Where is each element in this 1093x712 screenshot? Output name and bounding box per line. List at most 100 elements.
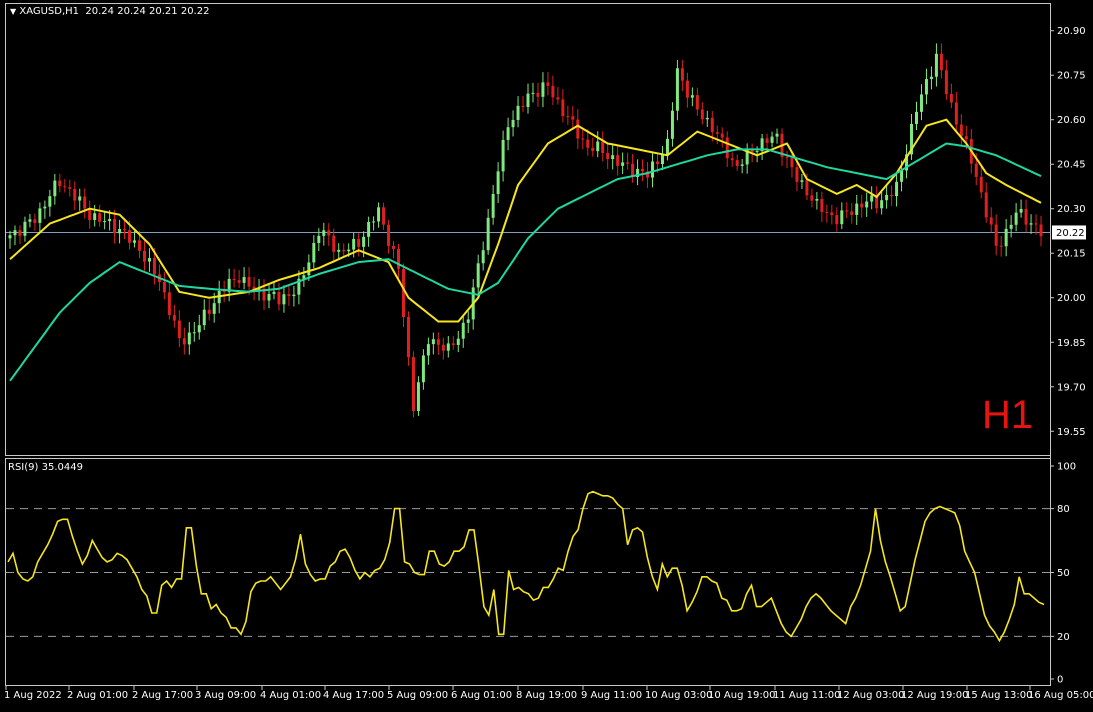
time-axis-label: 10 Aug 19:00 xyxy=(708,690,775,701)
time-axis-label: 10 Aug 03:00 xyxy=(645,690,712,701)
candle-body xyxy=(98,213,102,222)
candle-body xyxy=(123,229,127,231)
candle-body xyxy=(377,207,381,222)
candle-body xyxy=(342,249,346,252)
rsi-axis-label: 20 xyxy=(1057,632,1070,643)
candle-body xyxy=(626,162,630,164)
candle-body xyxy=(870,195,874,202)
time-axis-label: 5 Aug 09:00 xyxy=(387,690,448,701)
candle-body xyxy=(885,194,889,201)
candle-body xyxy=(431,339,435,345)
candle-body xyxy=(860,203,864,208)
candle-body xyxy=(212,303,216,314)
candle-body xyxy=(561,99,565,117)
menu-dropdown-icon[interactable]: ▼ xyxy=(10,7,16,16)
candle-body xyxy=(327,230,331,236)
candle-body xyxy=(446,343,450,351)
candle-body xyxy=(307,262,311,276)
price-axis-label: 20.60 xyxy=(1057,115,1086,126)
candle-body xyxy=(880,200,884,209)
candle-body xyxy=(516,105,520,120)
candle-body xyxy=(795,167,799,182)
candle-body xyxy=(556,97,560,100)
candle-body xyxy=(840,210,844,225)
time-axis-label: 12 Aug 03:00 xyxy=(837,690,904,701)
candle-body xyxy=(929,76,933,80)
candle-body xyxy=(651,161,655,178)
candle-body xyxy=(312,242,316,263)
candle-body xyxy=(934,53,938,77)
candle-body xyxy=(730,158,734,161)
candle-body xyxy=(566,116,570,118)
candle-body xyxy=(441,344,445,351)
candle-body xyxy=(382,207,386,225)
candle-body xyxy=(680,68,684,81)
candle-body xyxy=(685,80,689,98)
candle-body xyxy=(73,188,77,201)
candle-body xyxy=(845,210,849,212)
candle-body xyxy=(924,79,928,95)
candle-body xyxy=(397,248,400,269)
candle-body xyxy=(989,217,993,225)
candle-body xyxy=(850,211,854,215)
candle-body xyxy=(865,201,869,208)
candle-body xyxy=(162,281,166,293)
candle-body xyxy=(282,294,286,305)
candle-body xyxy=(974,163,978,177)
candle-body xyxy=(705,117,709,120)
candle-body xyxy=(1019,208,1023,213)
candle-body xyxy=(815,199,819,201)
candle-body xyxy=(337,249,341,252)
candle-body xyxy=(392,245,396,249)
candle-body xyxy=(322,230,326,236)
candle-body xyxy=(138,240,141,251)
time-axis-label: 4 Aug 17:00 xyxy=(323,690,384,701)
candle-body xyxy=(521,105,525,108)
candle-body xyxy=(401,268,405,318)
time-axis-label: 8 Aug 19:00 xyxy=(516,690,577,701)
candle-body xyxy=(949,93,953,103)
candle-body xyxy=(13,230,17,236)
candle-body xyxy=(581,138,585,140)
price-axis-label: 19.55 xyxy=(1057,427,1086,438)
candle-body xyxy=(362,236,366,247)
candle-body xyxy=(367,221,371,237)
candle-body xyxy=(108,218,112,222)
candle-body xyxy=(695,95,699,110)
candle-body xyxy=(387,224,391,246)
candle-body xyxy=(88,208,92,221)
candle-body xyxy=(919,94,923,112)
candle-body xyxy=(247,277,251,287)
candle-body xyxy=(406,317,410,358)
rsi-axis-label: 0 xyxy=(1057,675,1063,686)
time-axis-label: 12 Aug 19:00 xyxy=(901,690,968,701)
candle-body xyxy=(476,263,480,288)
candle-body xyxy=(576,119,580,139)
price-axis-label: 20.75 xyxy=(1057,71,1086,82)
candle-body xyxy=(700,109,704,120)
candle-body xyxy=(855,203,859,215)
candle-body xyxy=(621,162,625,166)
price-axis-label: 20.90 xyxy=(1057,26,1086,37)
candle-body xyxy=(416,382,420,412)
time-axis-label: 16 Aug 05:00 xyxy=(1028,690,1093,701)
candle-body xyxy=(486,217,490,251)
rsi-axis-label: 50 xyxy=(1057,568,1070,579)
candle-body xyxy=(511,119,515,128)
candle-body xyxy=(411,357,415,412)
chart-canvas[interactable]: 20.90 20.75 20.60 20.45 20.30 20.15 20.00 19.85… xyxy=(0,0,1093,708)
candle-body xyxy=(272,291,276,294)
candle-body xyxy=(192,332,196,334)
candle-body xyxy=(277,291,281,305)
candle-body xyxy=(1029,223,1033,225)
candle-body xyxy=(959,124,963,137)
candle-body xyxy=(197,325,201,333)
candle-body xyxy=(1039,224,1043,237)
candle-body xyxy=(606,153,610,160)
candle-body xyxy=(551,85,555,98)
chart-window[interactable]: 20.90 20.75 20.60 20.45 20.30 20.15 20.00 19.85… xyxy=(0,0,1093,708)
candle-body xyxy=(28,219,32,222)
candle-body xyxy=(426,344,430,356)
candle-body xyxy=(999,245,1003,247)
candle-body xyxy=(939,53,943,71)
